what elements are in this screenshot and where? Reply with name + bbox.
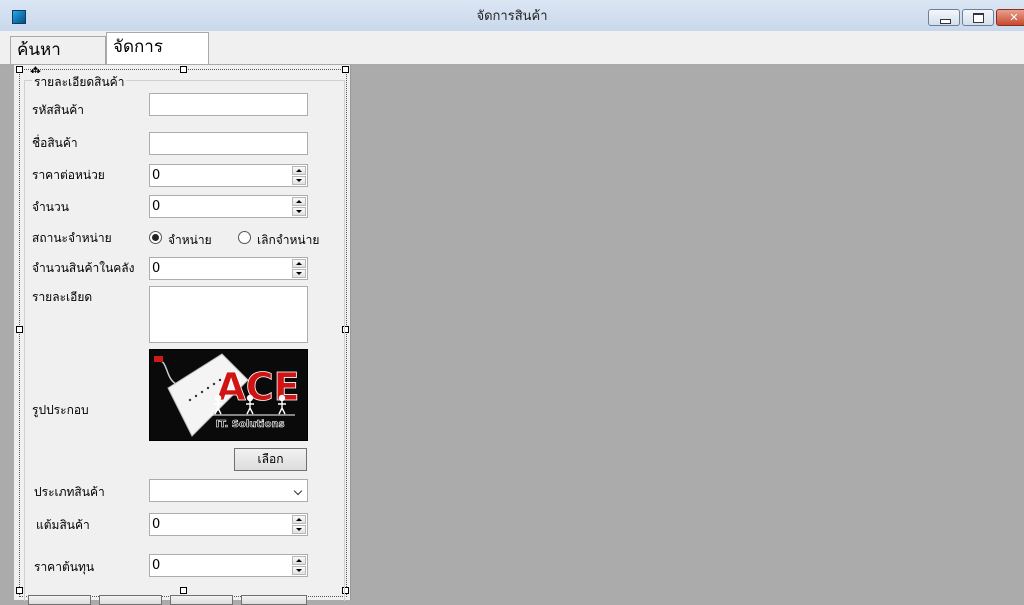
bottom-button[interactable] bbox=[241, 595, 307, 605]
unit-price-label: ราคาต่อหน่วย bbox=[32, 168, 105, 182]
category-label: ประเภทสินค้า bbox=[34, 485, 105, 499]
cost-value: 0 bbox=[152, 558, 161, 573]
spin-down-icon[interactable] bbox=[292, 525, 306, 534]
logo-subtext: IT. Solutions bbox=[215, 419, 284, 430]
spin-down-icon[interactable] bbox=[292, 176, 306, 185]
product-code-label: รหัสสินค้า bbox=[32, 103, 84, 117]
product-name-input[interactable] bbox=[149, 132, 308, 155]
groupbox-title: รายละเอียดสินค้า bbox=[32, 73, 127, 92]
quantity-stepper[interactable]: 0 bbox=[149, 195, 308, 218]
stock-label: จำนวนสินค้าในคลัง bbox=[32, 261, 135, 275]
spin-down-icon[interactable] bbox=[292, 566, 306, 575]
points-label: แต้มสินค้า bbox=[36, 518, 90, 532]
product-image: ACE IT. Solutions bbox=[149, 349, 308, 441]
status-radio-selling[interactable] bbox=[149, 231, 162, 244]
stock-spin bbox=[292, 259, 306, 278]
product-code-input[interactable] bbox=[149, 93, 308, 116]
spin-up-icon[interactable] bbox=[292, 515, 306, 524]
spin-down-icon[interactable] bbox=[292, 269, 306, 278]
status-radio-discontinued[interactable] bbox=[238, 231, 251, 244]
spin-down-icon[interactable] bbox=[292, 207, 306, 216]
details-textarea[interactable] bbox=[149, 286, 308, 343]
window-title: จัดการสินค้า bbox=[476, 9, 548, 24]
bottom-button[interactable] bbox=[28, 595, 91, 605]
workspace-area bbox=[351, 65, 1024, 600]
close-button[interactable]: ✕ bbox=[996, 9, 1024, 26]
title-bar: จัดการสินค้า ✕ bbox=[0, 0, 1024, 32]
spin-up-icon[interactable] bbox=[292, 556, 306, 565]
maximize-button[interactable] bbox=[962, 9, 994, 26]
sale-status-label: สถานะจำหน่าย bbox=[32, 231, 112, 245]
details-label: รายละเอียด bbox=[32, 290, 93, 304]
status-option-selling-label[interactable]: จำหน่าย bbox=[168, 231, 212, 250]
spin-up-icon[interactable] bbox=[292, 197, 306, 206]
chevron-down-icon bbox=[293, 486, 303, 496]
resize-handle[interactable] bbox=[16, 326, 23, 333]
stock-value: 0 bbox=[152, 261, 161, 276]
resize-handle[interactable] bbox=[180, 66, 187, 73]
bottom-button[interactable] bbox=[99, 595, 162, 605]
stock-stepper[interactable]: 0 bbox=[149, 257, 308, 280]
unit-price-spin bbox=[292, 166, 306, 185]
product-name-label: ชื่อสินค้า bbox=[32, 136, 78, 150]
minimize-icon bbox=[940, 19, 951, 24]
tab-manage-products[interactable]: จัดการสินค้า bbox=[106, 32, 209, 85]
spin-up-icon[interactable] bbox=[292, 259, 306, 268]
quantity-value: 0 bbox=[152, 199, 161, 214]
points-stepper[interactable]: 0 bbox=[149, 513, 308, 536]
spin-up-icon[interactable] bbox=[292, 166, 306, 175]
resize-handle[interactable] bbox=[16, 66, 23, 73]
bottom-button[interactable] bbox=[170, 595, 233, 605]
cost-stepper[interactable]: 0 bbox=[149, 554, 308, 577]
quantity-label: จำนวน bbox=[32, 200, 69, 214]
image-label: รูปประกอบ bbox=[32, 403, 89, 417]
maximize-icon bbox=[973, 13, 984, 23]
quantity-spin bbox=[292, 197, 306, 216]
cost-label: ราคาต้นทุน bbox=[34, 560, 95, 574]
resize-handle[interactable] bbox=[16, 587, 23, 594]
cost-spin bbox=[292, 556, 306, 575]
choose-image-button[interactable]: เลือก bbox=[234, 448, 307, 471]
unit-price-stepper[interactable]: 0 bbox=[149, 164, 308, 187]
close-icon: ✕ bbox=[1009, 11, 1019, 24]
resize-handle[interactable] bbox=[342, 66, 349, 73]
tab-strip: ค้นหาสินค้า จัดการสินค้า bbox=[0, 31, 1024, 86]
logo-image: ACE IT. Solutions bbox=[150, 350, 307, 440]
points-value: 0 bbox=[152, 517, 161, 532]
tab-search-products[interactable]: ค้นหาสินค้า bbox=[10, 36, 106, 86]
category-select[interactable] bbox=[149, 479, 308, 502]
status-option-discontinued-label[interactable]: เลิกจำหน่าย bbox=[257, 231, 319, 250]
minimize-button[interactable] bbox=[928, 9, 960, 26]
points-spin bbox=[292, 515, 306, 534]
logo-text: ACE bbox=[216, 365, 299, 409]
unit-price-value: 0 bbox=[152, 168, 161, 183]
